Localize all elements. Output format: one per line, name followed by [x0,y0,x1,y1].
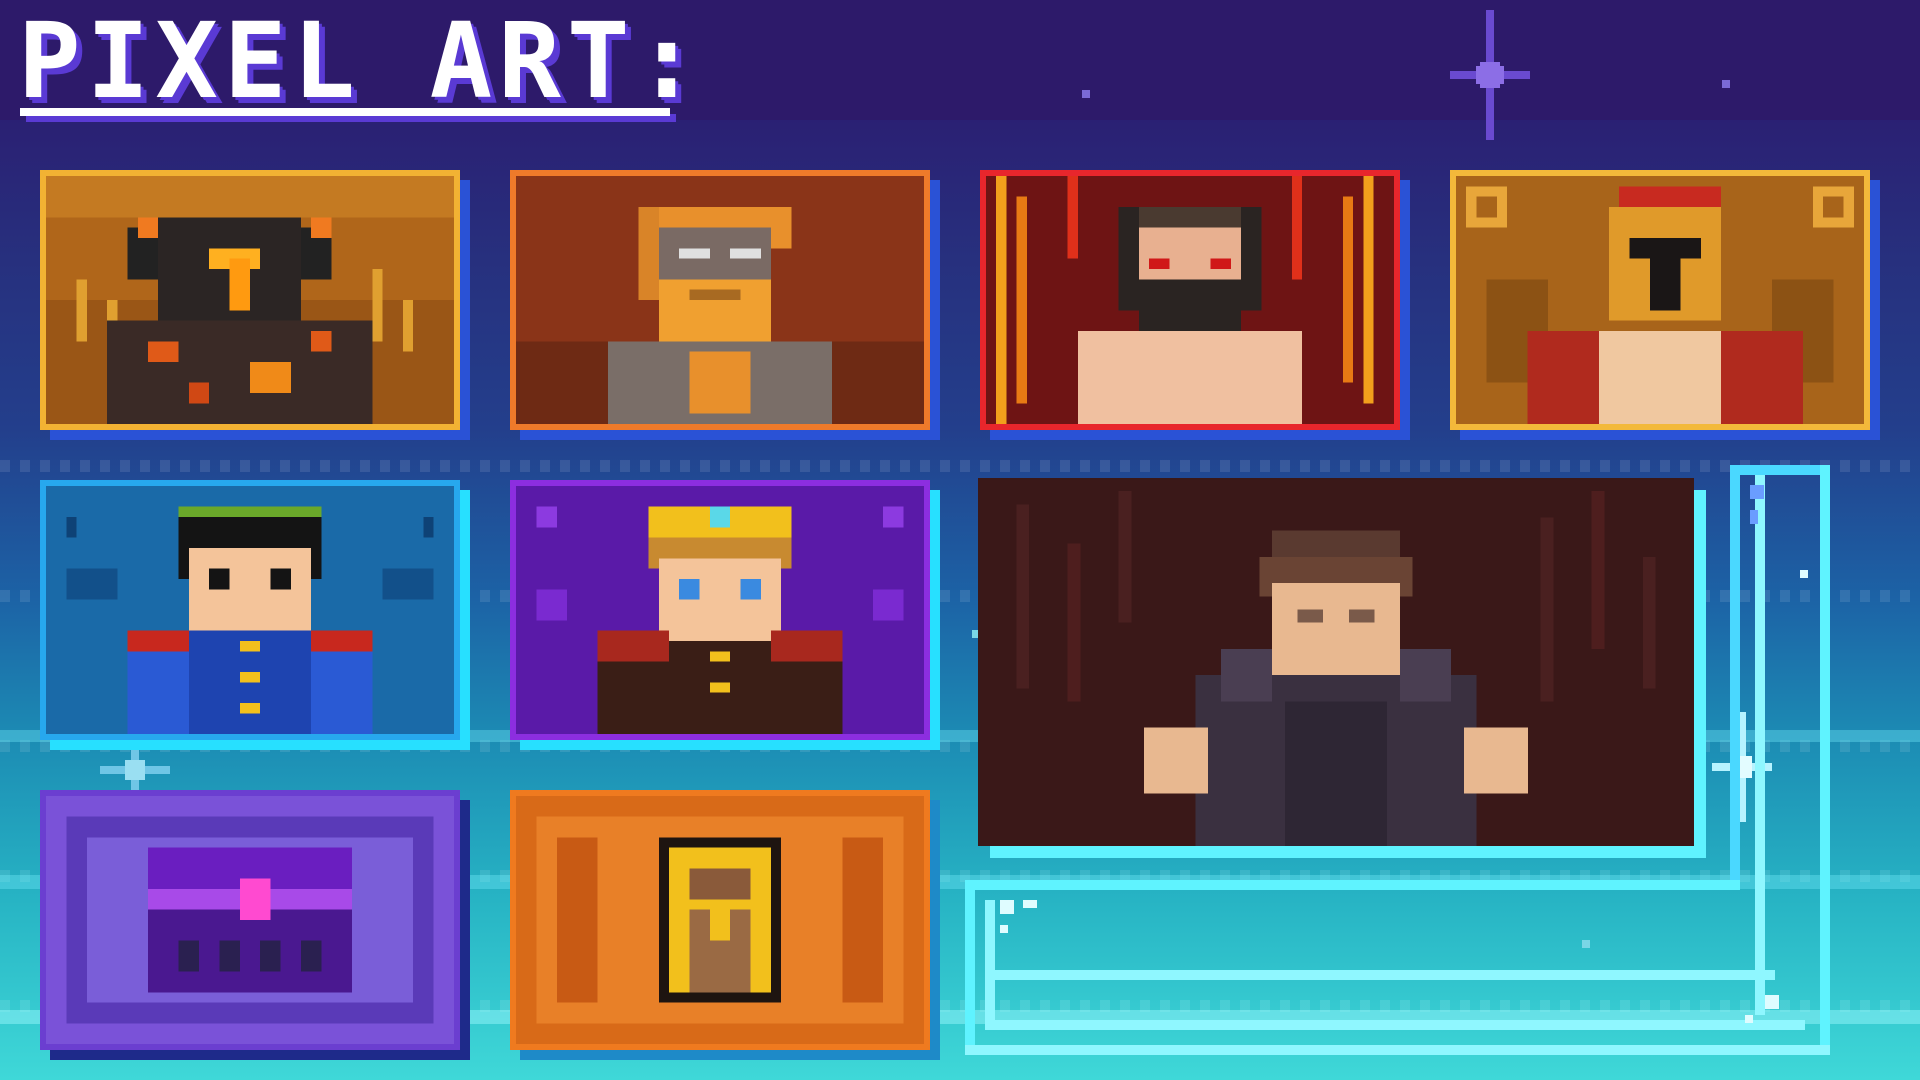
star-dot-icon [1082,90,1090,98]
page-title: PIXEL ART: [18,0,705,122]
art-tile-lava-golem[interactable] [40,170,470,440]
lava-golem-portrait [46,176,454,424]
sparkle-icon [1450,10,1530,140]
old-bearded-sage-portrait [516,176,924,424]
title-underline [20,108,670,116]
purple-treasure-chest [46,796,454,1044]
art-tile-spartan[interactable] [1450,170,1880,440]
art-tile-golden-chest[interactable] [510,790,940,1060]
laurel-prince-portrait [46,486,454,734]
crowned-bearded-man-portrait [986,176,1394,424]
art-tile-laurel-prince[interactable] [40,480,470,750]
spartan-warrior-portrait [1456,176,1864,424]
art-tile-old-sage[interactable] [510,170,940,440]
art-tile-dark-knight[interactable] [978,478,1706,858]
art-tile-crowned-king[interactable] [510,480,940,750]
art-tile-crowned-man[interactable] [980,170,1410,440]
golden-treasure-chest [516,796,924,1044]
crowned-king-portrait [516,486,924,734]
star-dot-icon [1722,80,1730,88]
dark-armored-knight-portrait [978,478,1694,846]
art-tile-purple-chest[interactable] [40,790,470,1060]
